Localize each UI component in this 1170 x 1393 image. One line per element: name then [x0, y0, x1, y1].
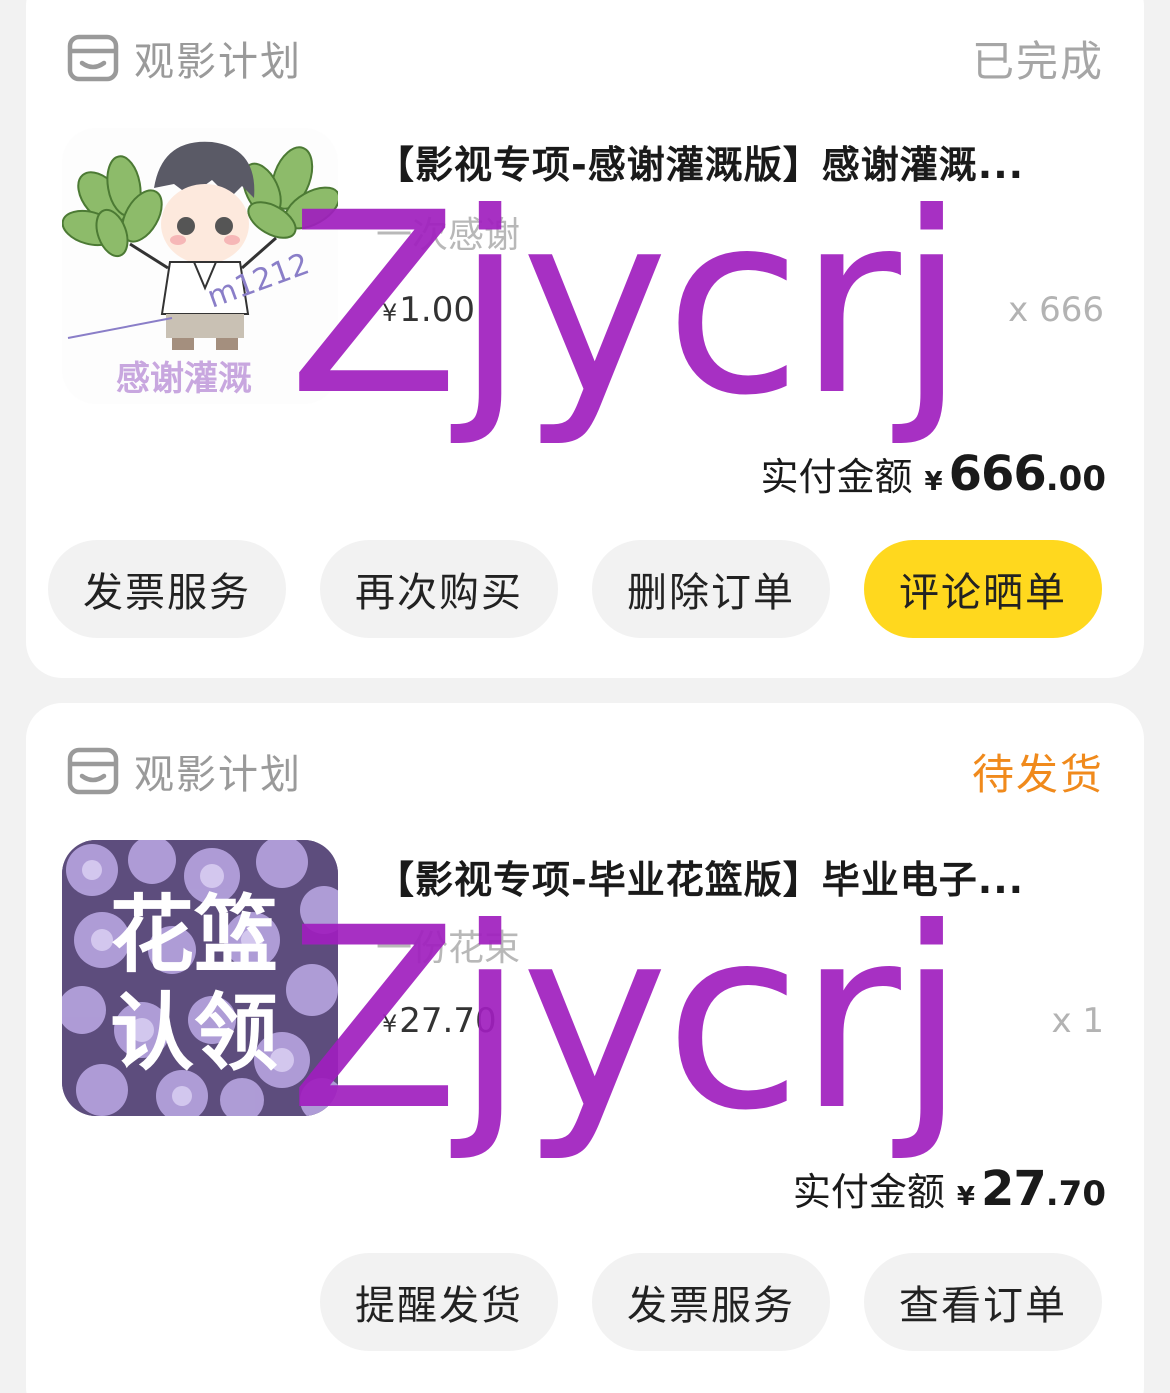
order-actions: 提醒发货 发票服务 查看订单: [320, 1253, 1102, 1351]
invoice-service-button[interactable]: 发票服务: [592, 1253, 830, 1351]
remind-shipping-button[interactable]: 提醒发货: [320, 1253, 558, 1351]
order-header: 观影计划 待发货: [66, 741, 1104, 801]
paid-label: 实付金额: [792, 1170, 945, 1214]
quantity: x 1: [1051, 1001, 1104, 1041]
delete-order-button[interactable]: 删除订单: [592, 540, 830, 638]
paid-currency: ¥: [956, 1182, 975, 1212]
thumb-caption: 感谢灌溉: [116, 359, 252, 399]
order-status: 已完成: [971, 36, 1104, 86]
shop-name: 观影计划: [134, 39, 302, 85]
paid-integer: 27: [980, 1161, 1047, 1217]
shop-name: 观影计划: [134, 752, 302, 798]
order-status: 待发货: [971, 749, 1104, 799]
product-spec: 一次感谢: [376, 215, 521, 256]
unit-price-value: 27.70: [399, 1001, 497, 1041]
view-order-button[interactable]: 查看订单: [864, 1253, 1102, 1351]
paid-currency: ¥: [924, 467, 943, 497]
order-card[interactable]: 观影计划 已完成 m1212 感谢灌溉 【影视专项-感谢灌溉版】感谢灌溉... …: [26, 0, 1144, 678]
unit-price-value: 1.00: [399, 290, 475, 330]
shop-link[interactable]: 观影计划: [66, 742, 302, 800]
product-title[interactable]: 【影视专项-感谢灌溉版】感谢灌溉...: [376, 134, 1104, 189]
product-title[interactable]: 【影视专项-毕业花篮版】毕业电子...: [376, 849, 1104, 904]
shop-link[interactable]: 观影计划: [66, 29, 302, 87]
quantity: x 666: [1008, 290, 1104, 330]
review-order-button[interactable]: 评论晒单: [864, 540, 1102, 638]
store-icon: [66, 746, 120, 796]
paid-decimal: .00: [1045, 459, 1106, 499]
paid-amount: 实付金额 ¥ 666 .00: [760, 446, 1106, 502]
currency-symbol: ¥: [382, 1010, 398, 1038]
paid-decimal: .70: [1045, 1174, 1106, 1214]
currency-symbol: ¥: [382, 299, 398, 327]
unit-price: ¥27.70: [382, 1001, 497, 1041]
thumb-caption-line2: 认领: [110, 984, 278, 1082]
order-actions: 发票服务 再次购买 删除订单 评论晒单: [48, 540, 1102, 638]
unit-price: ¥1.00: [382, 290, 475, 330]
buy-again-button[interactable]: 再次购买: [320, 540, 558, 638]
order-header: 观影计划 已完成: [66, 28, 1104, 88]
order-list: 观影计划 已完成 m1212 感谢灌溉 【影视专项-感谢灌溉版】感谢灌溉... …: [0, 0, 1170, 1393]
product-thumbnail[interactable]: m1212 感谢灌溉: [62, 128, 338, 404]
product-spec: 一份花束: [376, 928, 521, 969]
store-icon: [66, 33, 120, 83]
paid-amount: 实付金额 ¥ 27 .70: [793, 1161, 1106, 1217]
invoice-service-button[interactable]: 发票服务: [48, 540, 286, 638]
paid-label: 实付金额: [760, 455, 913, 499]
thumb-caption-line1: 花篮: [110, 886, 278, 984]
paid-integer: 666: [948, 446, 1047, 502]
order-card[interactable]: 观影计划 待发货 花篮 认领 【影视专项-毕业花篮版】毕业电子... 一份花束 …: [26, 703, 1144, 1393]
product-thumbnail[interactable]: 花篮 认领: [62, 840, 338, 1116]
